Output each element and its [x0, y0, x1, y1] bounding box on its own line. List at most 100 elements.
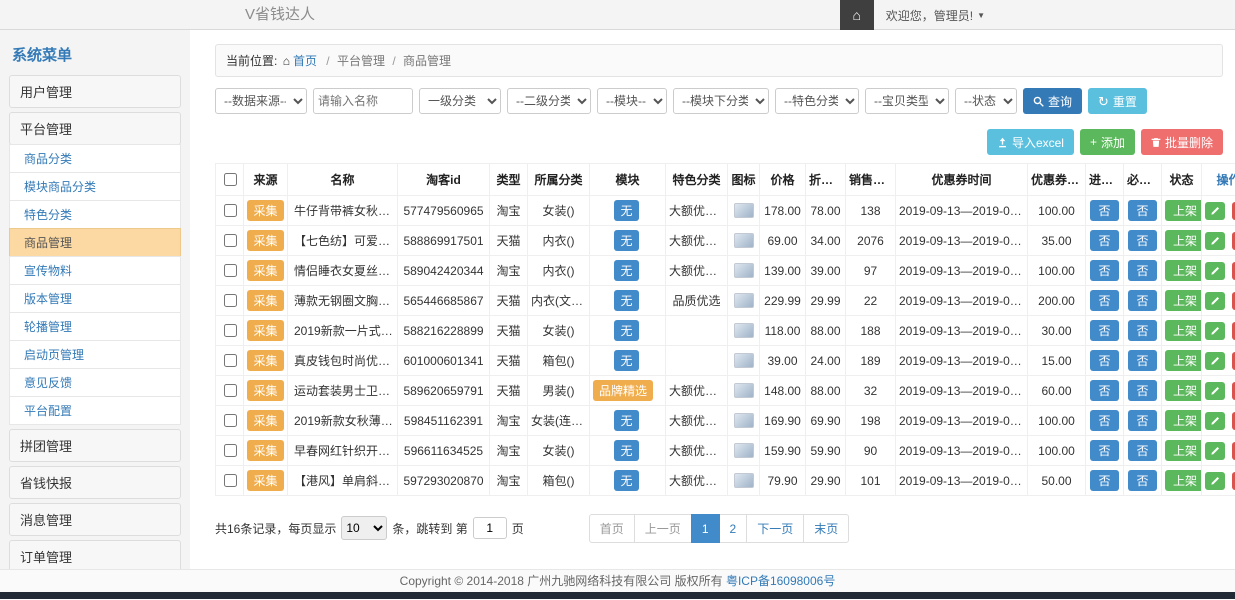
imported-toggle-button[interactable]: 否 [1090, 290, 1118, 311]
row-checkbox[interactable] [224, 204, 237, 217]
filter-source-select[interactable]: --数据来源-- [215, 88, 307, 114]
filter-level2-select[interactable]: --二级分类-- [507, 88, 591, 114]
sidebar-item[interactable]: 商品管理 [9, 228, 181, 257]
icp-link[interactable]: 粤ICP备16098006号 [726, 574, 835, 588]
must-buy-toggle-button[interactable]: 否 [1128, 380, 1156, 401]
page-button[interactable]: 2 [719, 514, 748, 543]
search-button[interactable]: 查询 [1023, 88, 1082, 114]
goto-page-input[interactable] [473, 517, 507, 539]
per-page-select[interactable]: 10 [341, 516, 387, 540]
edit-button[interactable] [1205, 442, 1225, 460]
module-cell: 无 [590, 196, 666, 226]
status-button[interactable]: 上架 [1165, 260, 1202, 281]
taoke-id-cell: 577479560965 [398, 196, 490, 226]
status-button[interactable]: 上架 [1165, 380, 1202, 401]
import-excel-button[interactable]: 导入excel [987, 129, 1074, 155]
edit-button[interactable] [1205, 292, 1225, 310]
must-buy-toggle-button[interactable]: 否 [1128, 260, 1156, 281]
row-checkbox[interactable] [224, 384, 237, 397]
imported-toggle-button[interactable]: 否 [1090, 230, 1118, 251]
sidebar-item[interactable]: 拼团管理 [9, 429, 181, 462]
imported-toggle-button[interactable]: 否 [1090, 440, 1118, 461]
sidebar-item[interactable]: 启动页管理 [9, 340, 181, 369]
status-button[interactable]: 上架 [1165, 440, 1202, 461]
edit-button[interactable] [1205, 232, 1225, 250]
status-button[interactable]: 上架 [1165, 200, 1202, 221]
must-buy-toggle-button[interactable]: 否 [1128, 200, 1156, 221]
row-checkbox[interactable] [224, 444, 237, 457]
row-checkbox[interactable] [224, 294, 237, 307]
row-checkbox[interactable] [224, 234, 237, 247]
home-button[interactable]: ⌂ [840, 0, 874, 30]
sidebar-item[interactable]: 订单管理 [9, 540, 181, 569]
must-buy-toggle-button[interactable]: 否 [1128, 230, 1156, 251]
page-button[interactable]: 上一页 [634, 514, 692, 543]
breadcrumb-item-product: 商品管理 [403, 54, 451, 68]
must-buy-toggle-button[interactable]: 否 [1128, 440, 1156, 461]
filter-feature-select[interactable]: --特色分类-- [775, 88, 859, 114]
page-button[interactable]: 下一页 [746, 514, 804, 543]
sales-cell: 198 [846, 406, 896, 436]
imported-toggle-button[interactable]: 否 [1090, 350, 1118, 371]
imported-toggle-button[interactable]: 否 [1090, 200, 1118, 221]
edit-button[interactable] [1205, 412, 1225, 430]
row-checkbox[interactable] [224, 324, 237, 337]
status-button[interactable]: 上架 [1165, 320, 1202, 341]
status-button[interactable]: 上架 [1165, 290, 1202, 311]
breadcrumb-home-link[interactable]: ⌂首页 [283, 54, 317, 68]
user-menu[interactable]: 欢迎您，管理员! ▼ [886, 7, 985, 24]
row-checkbox[interactable] [224, 354, 237, 367]
product-thumbnail [734, 443, 754, 458]
sidebar-item[interactable]: 特色分类 [9, 200, 181, 229]
row-checkbox[interactable] [224, 474, 237, 487]
imported-toggle-button[interactable]: 否 [1090, 410, 1118, 431]
edit-button[interactable] [1205, 472, 1225, 490]
sidebar-item[interactable]: 版本管理 [9, 284, 181, 313]
page-button[interactable]: 首页 [589, 514, 635, 543]
must-buy-toggle-button[interactable]: 否 [1128, 470, 1156, 491]
imported-toggle-button[interactable]: 否 [1090, 320, 1118, 341]
filter-module-sub-select[interactable]: --模块下分类-- [673, 88, 769, 114]
batch-delete-button[interactable]: 批量删除 [1141, 129, 1223, 155]
filter-level1-select[interactable]: 一级分类 [419, 88, 501, 114]
sidebar-item[interactable]: 平台管理 [9, 112, 181, 145]
imported-toggle-button[interactable]: 否 [1090, 380, 1118, 401]
table-row: 采集 2019新款女秋薄款... 598451162391 淘宝 女装(连衣裙)… [216, 406, 1235, 436]
sidebar-item[interactable]: 消息管理 [9, 503, 181, 536]
sidebar-item[interactable]: 宣传物料 [9, 256, 181, 285]
must-buy-toggle-button[interactable]: 否 [1128, 350, 1156, 371]
row-checkbox[interactable] [224, 264, 237, 277]
add-button[interactable]: + 添加 [1080, 129, 1135, 155]
row-checkbox[interactable] [224, 414, 237, 427]
filter-module-select[interactable]: --模块-- [597, 88, 667, 114]
page-button[interactable]: 1 [691, 514, 720, 543]
filter-item-type-select[interactable]: --宝贝类型-- [865, 88, 949, 114]
must-buy-toggle-button[interactable]: 否 [1128, 320, 1156, 341]
filter-name-input[interactable] [313, 88, 413, 114]
imported-toggle-button[interactable]: 否 [1090, 470, 1118, 491]
imported-toggle-button[interactable]: 否 [1090, 260, 1118, 281]
status-button[interactable]: 上架 [1165, 410, 1202, 431]
status-button[interactable]: 上架 [1165, 470, 1202, 491]
edit-button[interactable] [1205, 202, 1225, 220]
select-all-checkbox[interactable] [224, 173, 237, 186]
page-button[interactable]: 末页 [803, 514, 849, 543]
must-buy-toggle-button[interactable]: 否 [1128, 410, 1156, 431]
status-button[interactable]: 上架 [1165, 350, 1202, 371]
sidebar-item[interactable]: 意见反馈 [9, 368, 181, 397]
sidebar-item[interactable]: 模块商品分类 [9, 172, 181, 201]
edit-button[interactable] [1205, 352, 1225, 370]
edit-button[interactable] [1205, 262, 1225, 280]
filter-status-select[interactable]: --状态-- [955, 88, 1017, 114]
status-button[interactable]: 上架 [1165, 230, 1202, 251]
sidebar-item[interactable]: 轮播管理 [9, 312, 181, 341]
sidebar-item[interactable]: 省钱快报 [9, 466, 181, 499]
sidebar-item[interactable]: 平台配置 [9, 396, 181, 425]
must-buy-toggle-button[interactable]: 否 [1128, 290, 1156, 311]
sidebar-item[interactable]: 商品分类 [9, 144, 181, 173]
edit-button[interactable] [1205, 322, 1225, 340]
category-cell: 女装(连衣裙) [528, 406, 590, 436]
sidebar-item[interactable]: 用户管理 [9, 75, 181, 108]
reset-button[interactable]: ↻ 重置 [1088, 88, 1147, 114]
edit-button[interactable] [1205, 382, 1225, 400]
